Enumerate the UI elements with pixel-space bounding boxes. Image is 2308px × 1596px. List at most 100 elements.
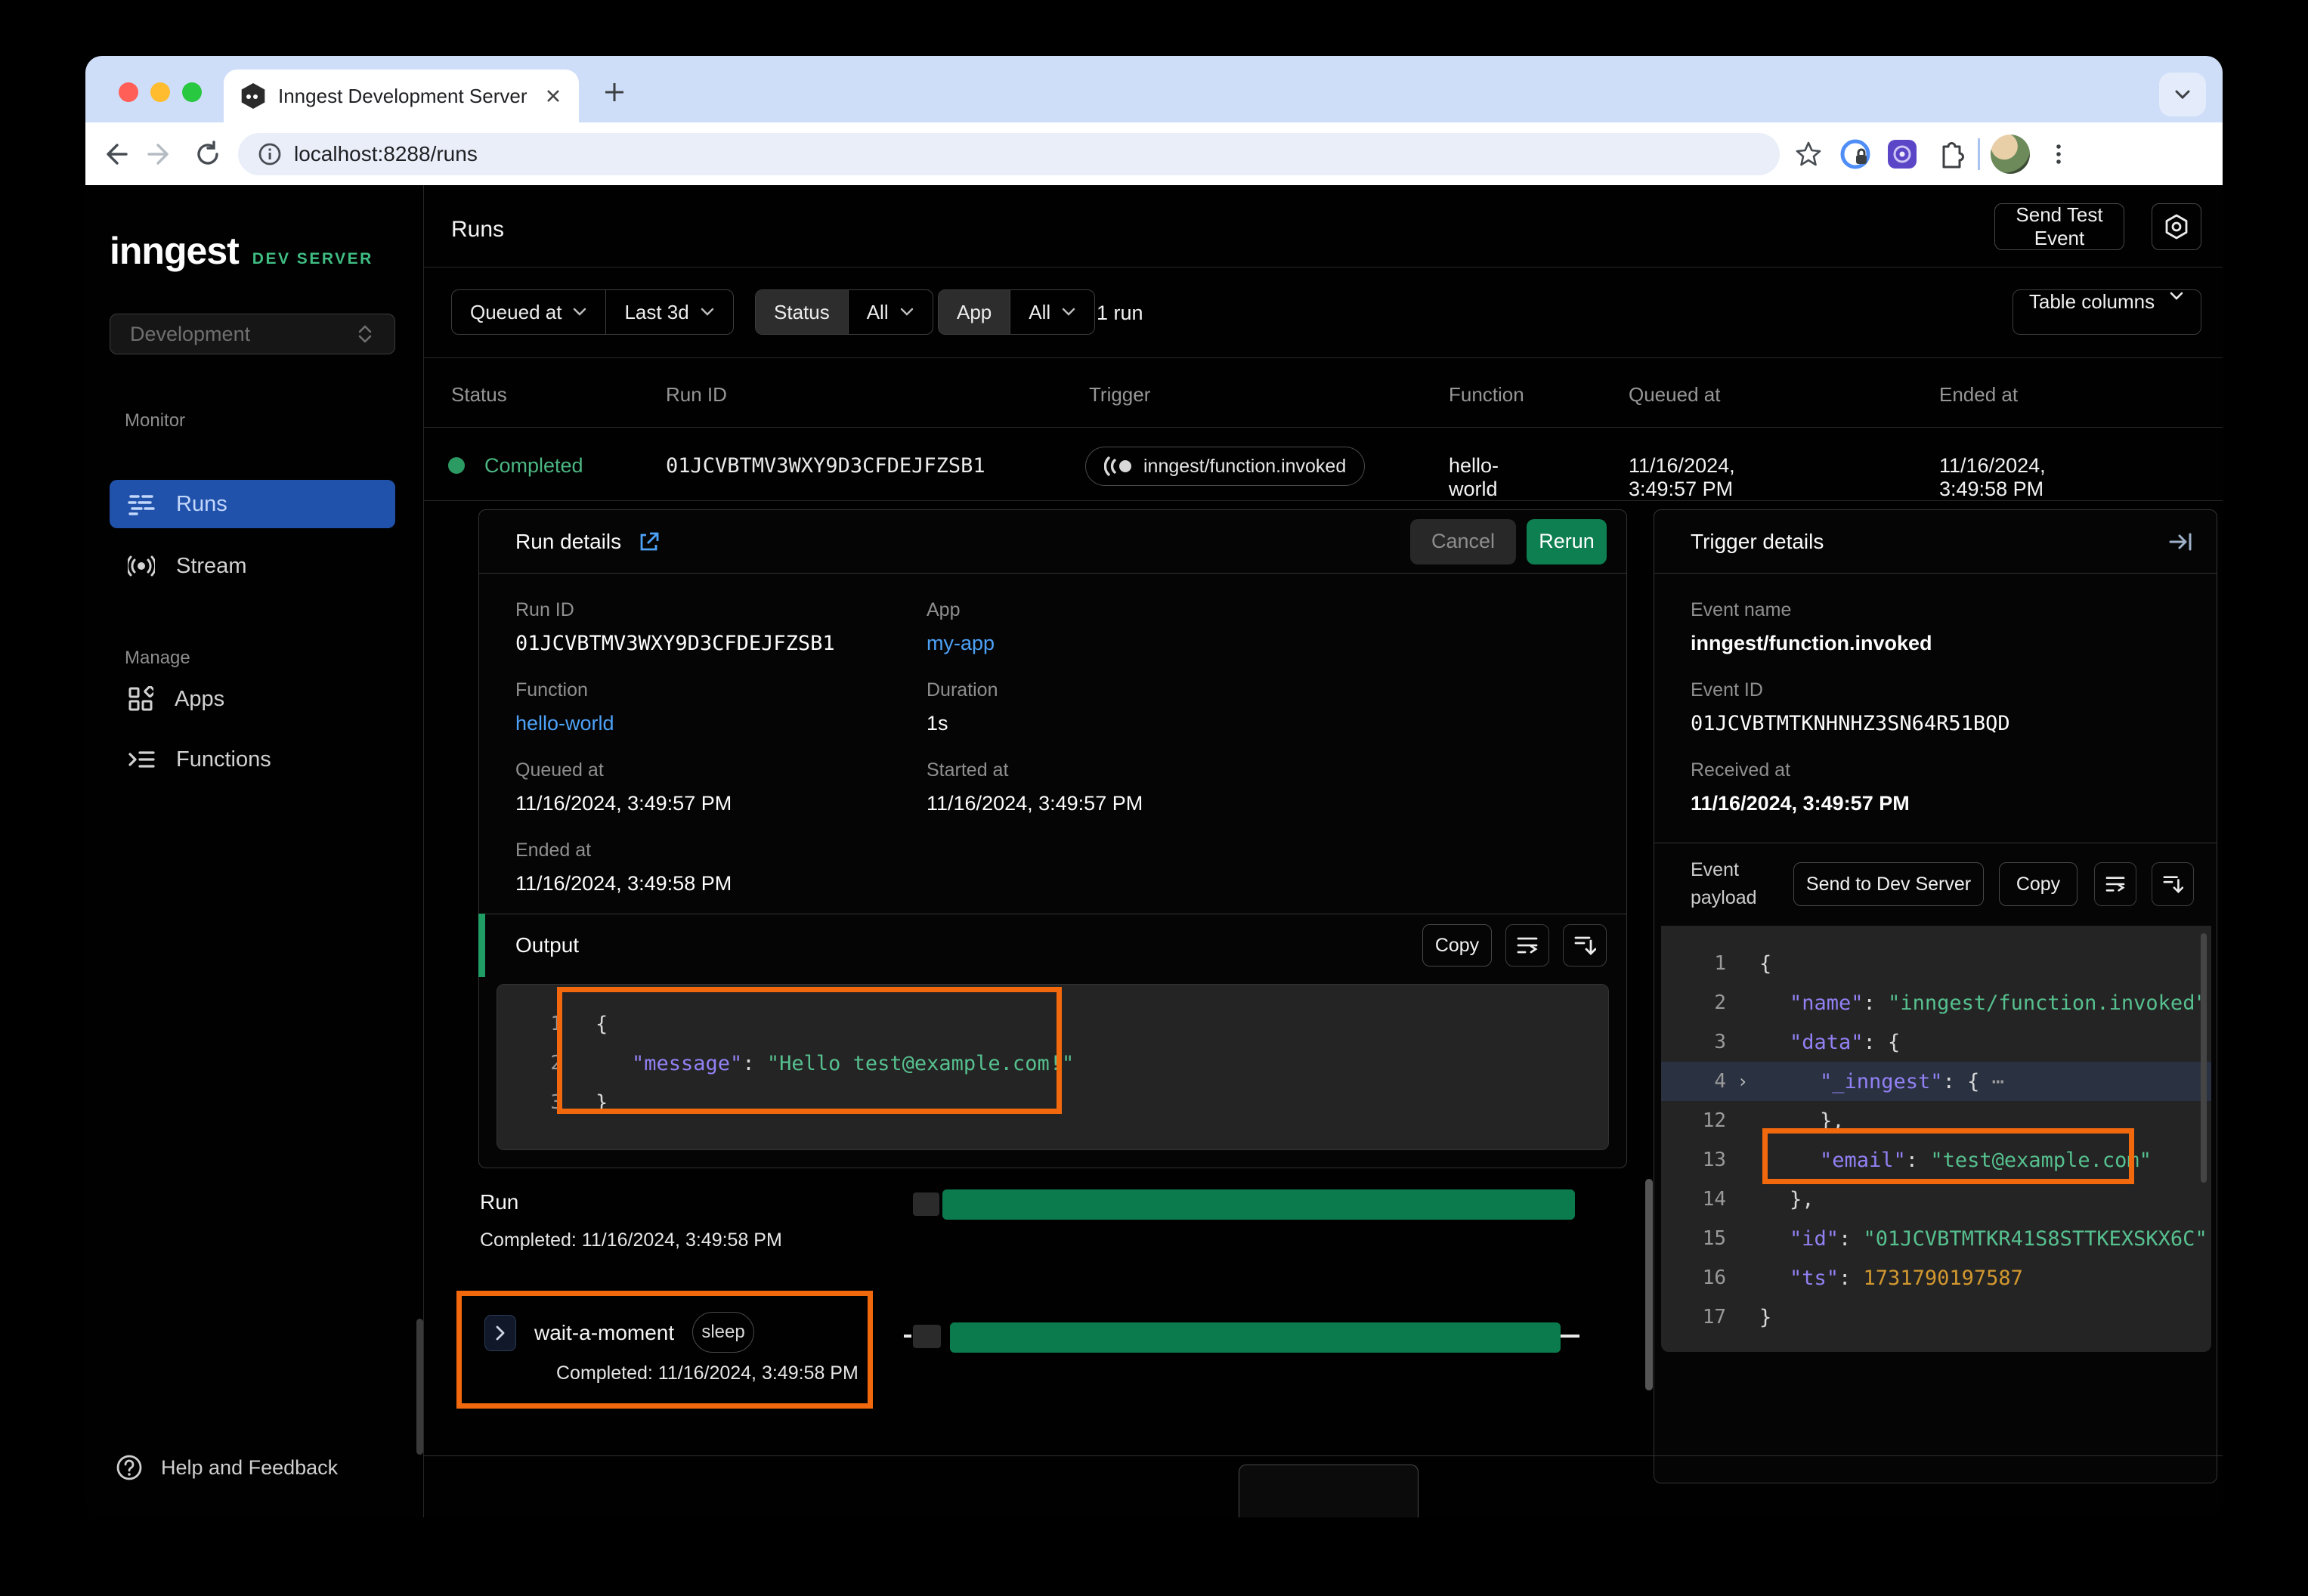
payload-copy-button[interactable]: Copy — [1999, 862, 2078, 906]
run-progress-bar[interactable] — [942, 1189, 1575, 1220]
status-filter-dropdown[interactable]: All — [848, 290, 933, 334]
send-to-dev-server-button[interactable]: Send to Dev Server — [1793, 862, 1984, 906]
sidebar-item-label: Functions — [176, 747, 271, 772]
browser-extension-icon[interactable] — [1884, 136, 1920, 172]
table-columns-dropdown[interactable]: Table columns — [2013, 289, 2201, 335]
tab-search-button[interactable] — [2159, 73, 2206, 116]
trigger-details-card: Trigger details Event name inngest/funct… — [1654, 509, 2217, 1483]
column-queued-at: Queued at — [1629, 383, 1720, 407]
tab-close-icon[interactable] — [544, 87, 562, 105]
field-duration: Duration 1s — [927, 679, 998, 735]
run-count: 1 run — [1097, 302, 1143, 325]
timeline-run-completed: Completed: 11/16/2024, 3:49:58 PM — [480, 1229, 782, 1251]
sidebar-scrollbar[interactable] — [416, 1319, 423, 1455]
step-bar-queue-segment — [913, 1325, 941, 1348]
cancel-button[interactable]: Cancel — [1410, 519, 1516, 564]
functions-icon — [128, 748, 155, 771]
status-filter-value: All — [867, 301, 889, 324]
payload-scrollbar[interactable] — [2201, 933, 2207, 1183]
column-run-id: Run ID — [666, 383, 727, 407]
bottom-bar-partial-button[interactable] — [1239, 1465, 1419, 1517]
page-title: Runs — [451, 217, 504, 243]
runs-list-icon — [128, 492, 155, 516]
zoom-window-button[interactable] — [182, 82, 202, 102]
collapse-panel-icon[interactable] — [2168, 530, 2194, 553]
run-bar-queue-segment — [913, 1192, 939, 1216]
settings-gear-button[interactable] — [2152, 203, 2201, 250]
details-scrollbar[interactable] — [1645, 1179, 1653, 1390]
payload-word-wrap-icon[interactable] — [2094, 862, 2136, 906]
inngest-app: inngest DEV SERVER Development Monitor R… — [85, 185, 2223, 1517]
sidebar-item-functions[interactable]: Functions — [110, 735, 395, 784]
external-link-icon[interactable] — [638, 530, 661, 553]
forward-button[interactable] — [143, 136, 179, 172]
field-app: App my-app — [927, 599, 995, 655]
output-copy-button[interactable]: Copy — [1422, 924, 1492, 967]
main-content: Runs Send Test Event Queued at Last 3d — [424, 185, 2223, 1517]
payload-scroll-to-bottom-icon[interactable] — [2152, 862, 2194, 906]
word-wrap-icon[interactable] — [1505, 924, 1549, 967]
back-button[interactable] — [96, 136, 132, 172]
trigger-event-pill[interactable]: inngest/function.invoked — [1085, 447, 1365, 486]
send-test-event-button[interactable]: Send Test Event — [1994, 203, 2124, 250]
field-queued-at: Queued at 11/16/2024, 3:49:57 PM — [515, 759, 732, 815]
stream-icon — [128, 554, 155, 578]
trigger-details-title: Trigger details — [1691, 530, 1824, 554]
sidebar-item-stream[interactable]: Stream — [110, 542, 395, 590]
step-bar-trail-line — [1561, 1335, 1579, 1338]
rerun-button[interactable]: Rerun — [1527, 519, 1607, 564]
minimize-window-button[interactable] — [150, 82, 170, 102]
reload-button[interactable] — [190, 136, 226, 172]
time-field-dropdown[interactable]: Queued at — [452, 290, 605, 334]
site-info-icon[interactable] — [256, 141, 283, 168]
output-header: Output Copy — [479, 914, 1626, 977]
tab-title: Inngest Development Server — [278, 85, 532, 108]
column-function: Function — [1449, 383, 1524, 407]
app-filter-dropdown[interactable]: All — [1010, 290, 1094, 334]
code-line-3: 3"data": { — [1661, 1022, 2211, 1062]
environment-selector[interactable]: Development — [110, 314, 395, 354]
field-run-id: Run ID 01JCVBTMV3WXY9D3CFDEJFZSB1 — [515, 599, 835, 655]
fold-chevron-icon[interactable]: › — [1726, 1071, 1759, 1092]
app-link[interactable]: my-app — [927, 632, 995, 655]
address-bar[interactable]: localhost:8288/runs — [238, 133, 1780, 175]
code-line-2: 2"name": "inngest/function.invoked", — [1661, 983, 2211, 1022]
close-window-button[interactable] — [119, 82, 138, 102]
sidebar: inngest DEV SERVER Development Monitor R… — [85, 185, 424, 1517]
time-range-dropdown[interactable]: Last 3d — [605, 290, 732, 334]
time-filter-group: Queued at Last 3d — [451, 289, 734, 335]
password-manager-extension-icon[interactable] — [1837, 136, 1873, 172]
environment-selector-value: Development — [130, 323, 250, 346]
sidebar-item-apps[interactable]: Apps — [110, 675, 395, 723]
app-filter-group: App All — [938, 289, 1095, 335]
status-filter-group: Status All — [755, 289, 933, 335]
sidebar-item-runs[interactable]: Runs — [110, 480, 395, 528]
inngest-logo: inngest — [110, 229, 239, 273]
new-tab-button[interactable] — [599, 77, 630, 107]
step-bar-lead-line — [904, 1335, 911, 1338]
trigger-event-name: inngest/function.invoked — [1143, 456, 1346, 478]
status-dot-icon — [448, 457, 465, 474]
event-payload-label: Event payload — [1691, 856, 1781, 913]
run-details-header: Run details Cancel Rerun — [479, 510, 1626, 574]
browser-window: Inngest Development Server localhost:828… — [85, 56, 2223, 1517]
browser-tab[interactable]: Inngest Development Server — [224, 70, 579, 122]
step-progress-bar[interactable] — [950, 1322, 1561, 1353]
help-question-icon — [116, 1454, 143, 1481]
output-title: Output — [515, 933, 579, 957]
inngest-favicon-icon — [240, 83, 266, 109]
up-down-chevrons-icon — [355, 323, 375, 345]
timeline-run-label: Run — [480, 1190, 518, 1214]
app-filter-label: App — [939, 290, 1010, 334]
bookmark-star-icon[interactable] — [1790, 136, 1827, 172]
code-line-4: 4›"_inngest": { ⋯ — [1661, 1062, 2211, 1101]
sidebar-item-label: Apps — [175, 687, 224, 712]
profile-avatar[interactable] — [1991, 135, 2030, 174]
browser-menu-kebab-icon[interactable] — [2040, 136, 2077, 172]
field-function: Function hello-world — [515, 679, 614, 735]
help-and-feedback[interactable]: Help and Feedback — [116, 1454, 338, 1481]
event-payload-header: Event payload Send to Dev Server Copy — [1654, 843, 2217, 926]
extensions-puzzle-icon[interactable] — [1931, 136, 1967, 172]
function-link[interactable]: hello-world — [515, 712, 614, 735]
scroll-to-bottom-icon[interactable] — [1563, 924, 1607, 967]
